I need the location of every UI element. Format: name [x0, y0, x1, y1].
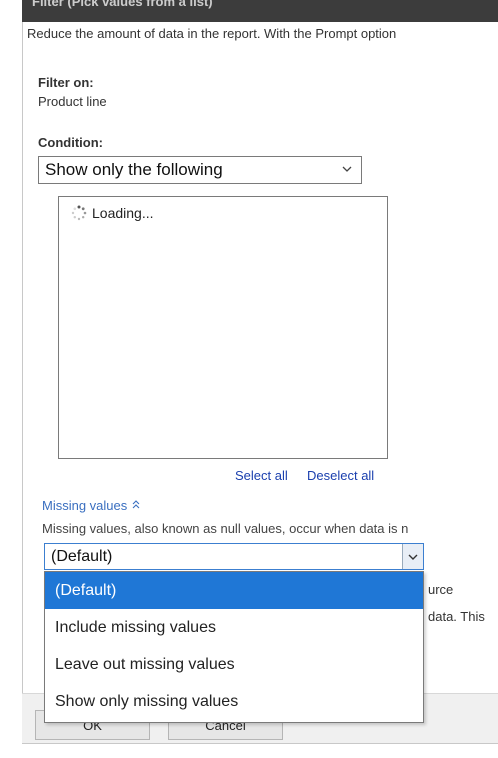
- filter-dialog: Filter (Pick values from a list) Reduce …: [0, 0, 498, 758]
- missing-values-select[interactable]: (Default): [44, 543, 424, 570]
- intro-text: Reduce the amount of data in the report.…: [27, 26, 397, 41]
- filter-on-label: Filter on:: [38, 75, 94, 90]
- chevron-up-icon: [131, 498, 141, 513]
- window-left-edge: [0, 0, 23, 758]
- dropdown-option-show-only[interactable]: Show only missing values: [45, 683, 423, 720]
- obscured-text-1: urce: [428, 582, 454, 597]
- deselect-all-link[interactable]: Deselect all: [307, 468, 374, 483]
- missing-values-toggle[interactable]: Missing values: [42, 498, 141, 513]
- dropdown-option-default[interactable]: (Default): [45, 572, 423, 609]
- filter-on-value: Product line: [38, 94, 107, 109]
- loading-text: Loading...: [92, 205, 154, 221]
- missing-values-description: Missing values, also known as null value…: [42, 521, 409, 536]
- dropdown-option-leave-out[interactable]: Leave out missing values: [45, 646, 423, 683]
- dialog-title: Filter (Pick values from a list): [32, 0, 213, 9]
- chevron-down-icon: [341, 157, 353, 192]
- condition-select[interactable]: Show only the following: [38, 156, 362, 184]
- values-listbox[interactable]: Loading...: [58, 196, 388, 459]
- dialog-titlebar: Filter (Pick values from a list): [22, 0, 498, 22]
- missing-values-dropdown-list: (Default) Include missing values Leave o…: [44, 571, 424, 723]
- spinner-icon: [71, 205, 87, 221]
- dropdown-arrow-icon[interactable]: [402, 544, 423, 569]
- obscured-text-2: data. This: [428, 609, 485, 624]
- condition-selected-value: Show only the following: [45, 160, 223, 179]
- condition-label: Condition:: [38, 135, 103, 150]
- missing-values-selected: (Default): [51, 548, 113, 565]
- loading-indicator: Loading...: [71, 205, 154, 221]
- missing-values-title: Missing values: [42, 498, 128, 513]
- dropdown-option-include[interactable]: Include missing values: [45, 609, 423, 646]
- bottom-edge: [22, 743, 498, 758]
- select-all-link[interactable]: Select all: [235, 468, 288, 483]
